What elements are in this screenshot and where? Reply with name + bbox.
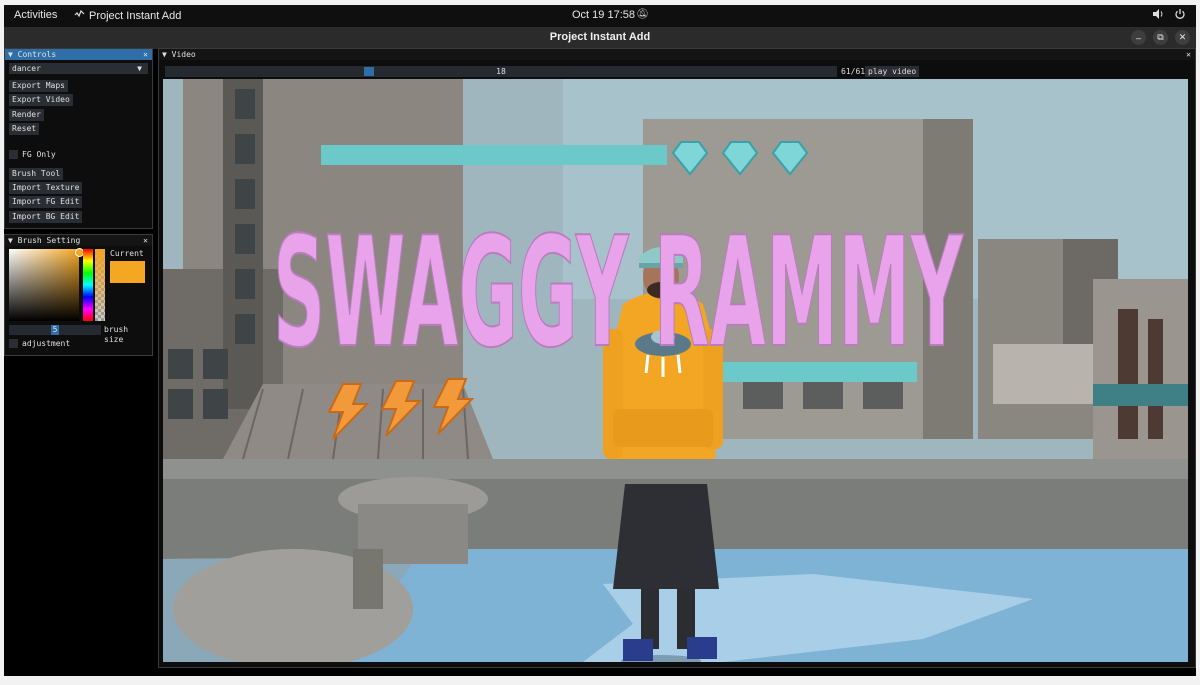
reset-button[interactable]: Reset bbox=[9, 122, 40, 135]
export-maps-button[interactable]: Export Maps bbox=[9, 80, 68, 92]
brush-panel-header[interactable]: ▼ Brush Setting ✕ bbox=[5, 235, 152, 246]
close-icon[interactable]: ✕ bbox=[143, 235, 148, 246]
current-color-swatch[interactable] bbox=[110, 261, 145, 283]
overlay-title-text: SWAGGY RAMMY bbox=[273, 204, 964, 381]
video-panel-header[interactable]: ▼ Video ✕ bbox=[159, 49, 1195, 60]
fg-only-checkbox-row[interactable]: FG Only bbox=[5, 150, 152, 164]
export-video-button[interactable]: Export Video bbox=[9, 94, 73, 107]
hue-slider[interactable] bbox=[83, 249, 93, 321]
play-video-button[interactable]: play video bbox=[865, 66, 920, 77]
current-color-label: Current bbox=[110, 249, 144, 258]
brush-size-value: 5 bbox=[52, 325, 58, 334]
system-menu[interactable] bbox=[1152, 8, 1186, 23]
close-icon: ✕ bbox=[1178, 32, 1187, 42]
frame-count: 61/61 bbox=[841, 67, 866, 76]
fg-only-checkbox[interactable] bbox=[9, 150, 18, 160]
collapse-arrow-icon[interactable]: ▼ bbox=[162, 50, 167, 59]
adjustment-checkbox[interactable] bbox=[9, 339, 18, 348]
adjustment-label: adjustment bbox=[22, 339, 71, 348]
window-title-bar[interactable]: Project Instant Add – ⧉ ✕ bbox=[4, 27, 1196, 49]
video-frame[interactable]: SWAGGY RAMMY bbox=[163, 79, 1188, 662]
collapse-arrow-icon[interactable]: ▼ bbox=[8, 50, 13, 59]
clock[interactable]: Oct 19 17:58 bbox=[572, 9, 635, 21]
brush-setting-panel: ▼ Brush Setting ✕ Current 5 brush size a… bbox=[4, 234, 153, 356]
frame-slider-value: 18 bbox=[496, 67, 506, 76]
minimize-button[interactable]: – bbox=[1131, 30, 1146, 45]
activities-button[interactable]: Activities bbox=[14, 9, 57, 21]
controls-panel: ▼ Controls ✕ dancer ▼ Export Maps Export… bbox=[4, 48, 153, 229]
object-select-value: dancer bbox=[12, 64, 41, 73]
notifications-muted-icon: 🔕︎ bbox=[636, 9, 649, 20]
import-fg-edit-button[interactable]: Import FG Edit bbox=[9, 196, 83, 209]
controls-panel-title: Controls bbox=[17, 50, 57, 59]
brush-panel-title: Brush Setting bbox=[17, 236, 81, 245]
app-name: Project Instant Add bbox=[89, 10, 182, 22]
render-button[interactable]: Render bbox=[9, 108, 44, 121]
window-title: Project Instant Add bbox=[549, 31, 651, 43]
close-button[interactable]: ✕ bbox=[1175, 30, 1190, 45]
controls-panel-header[interactable]: ▼ Controls ✕ bbox=[5, 49, 152, 60]
object-select[interactable]: dancer ▼ bbox=[9, 63, 148, 74]
app-icon bbox=[74, 9, 85, 23]
video-panel-title: Video bbox=[171, 50, 196, 59]
collapse-arrow-icon[interactable]: ▼ bbox=[8, 236, 13, 245]
alpha-gradient bbox=[95, 249, 105, 321]
brush-size-slider[interactable]: 5 bbox=[9, 325, 101, 335]
frame-slider[interactable]: 18 bbox=[165, 66, 837, 77]
maximize-button[interactable]: ⧉ bbox=[1153, 30, 1168, 45]
power-icon bbox=[1174, 8, 1186, 23]
brush-tool-button[interactable]: Brush Tool bbox=[9, 167, 64, 180]
desktop-screen: Activities Project Instant Add Oct 19 17… bbox=[4, 5, 1196, 676]
system-top-bar: Activities Project Instant Add Oct 19 17… bbox=[4, 5, 1196, 27]
brush-size-label: brush size bbox=[104, 325, 129, 344]
close-icon[interactable]: ✕ bbox=[1186, 49, 1191, 60]
close-icon[interactable]: ✕ bbox=[143, 49, 148, 60]
import-bg-edit-button[interactable]: Import BG Edit bbox=[9, 210, 83, 223]
fg-only-label: FG Only bbox=[22, 150, 56, 160]
color-picker-sv-square[interactable] bbox=[9, 249, 79, 321]
maximize-icon: ⧉ bbox=[1157, 32, 1164, 42]
chevron-down-icon: ▼ bbox=[137, 64, 142, 73]
minimize-icon: – bbox=[1135, 32, 1141, 43]
video-panel: ▼ Video ✕ 18 61/61 play video SWAGGY RAM… bbox=[158, 48, 1196, 668]
adjustment-checkbox-row[interactable]: adjustment bbox=[5, 339, 70, 349]
volume-icon bbox=[1152, 8, 1164, 23]
import-texture-button[interactable]: Import Texture bbox=[9, 182, 83, 195]
app-menu[interactable]: Project Instant Add bbox=[74, 9, 181, 23]
